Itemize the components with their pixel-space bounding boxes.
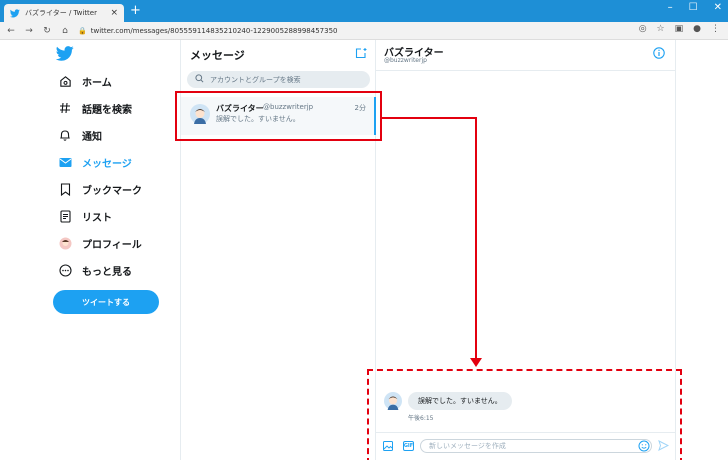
hashtag-icon <box>58 101 72 115</box>
twitter-bird-icon <box>10 8 20 18</box>
mail-icon <box>58 155 72 169</box>
left-navigation: ホーム 話題を検索 通知 メッセージ ブックマーク リスト プロフィール もっと… <box>0 40 181 460</box>
sidebar-item-home[interactable]: ホーム <box>58 72 112 90</box>
chat-handle: @buzzwriterjp <box>384 57 427 64</box>
sidebar-item-more[interactable]: もっと見る <box>58 261 132 279</box>
search-input[interactable]: アカウントとグループを検索 <box>187 71 370 88</box>
home-icon <box>58 74 72 88</box>
search-placeholder: アカウントとグループを検索 <box>210 75 301 84</box>
sidebar-item-label: ブックマーク <box>82 185 142 197</box>
forward-icon[interactable]: → <box>24 26 34 36</box>
location-icon[interactable]: ◎ <box>639 24 647 34</box>
maximize-icon[interactable]: ☐ <box>689 2 698 13</box>
sidebar-item-label: ホーム <box>82 77 112 89</box>
tweet-button[interactable]: ツイートする <box>53 290 159 314</box>
bookmark-star-icon[interactable]: ☆ <box>657 24 665 34</box>
avatar-icon <box>58 236 72 250</box>
search-icon <box>195 73 204 86</box>
sidebar-item-bookmarks[interactable]: ブックマーク <box>58 180 142 198</box>
address-bar[interactable]: 🔒 twitter.com/messages/80555911483521024… <box>78 24 628 38</box>
window-controls: – ☐ ✕ <box>668 2 722 13</box>
sidebar-item-label: 話題を検索 <box>82 104 132 116</box>
browser-toolbar: ← → ↻ ⌂ 🔒 twitter.com/messages/805559114… <box>0 22 728 40</box>
tab-close-icon[interactable]: × <box>110 8 118 18</box>
tab-title: バズライター / Twitter <box>25 9 97 17</box>
sidebar-item-label: もっと見る <box>82 266 132 278</box>
new-message-icon[interactable] <box>355 47 367 59</box>
sidebar-item-label: メッセージ <box>82 158 132 170</box>
home-button-icon[interactable]: ⌂ <box>60 26 70 36</box>
info-icon[interactable] <box>653 47 665 59</box>
highlight-dashed-box <box>367 369 682 460</box>
url-text: twitter.com/messages/805559114835210240-… <box>90 27 338 35</box>
bookmark-icon <box>58 182 72 196</box>
sidebar-item-label: 通知 <box>82 131 102 143</box>
account-icon[interactable]: ● <box>693 24 701 34</box>
sidebar-item-lists[interactable]: リスト <box>58 207 112 225</box>
new-tab-button[interactable]: + <box>130 4 141 18</box>
bell-icon <box>58 128 72 142</box>
extension-icon[interactable]: ▣ <box>675 24 684 34</box>
sidebar-item-messages[interactable]: メッセージ <box>58 153 132 171</box>
sidebar-item-explore[interactable]: 話題を検索 <box>58 99 132 117</box>
minimize-icon[interactable]: – <box>668 2 673 13</box>
twitter-logo-icon[interactable] <box>55 46 74 62</box>
menu-dots-icon[interactable]: ⋮ <box>711 24 720 34</box>
sidebar-item-profile[interactable]: プロフィール <box>58 234 142 252</box>
close-window-icon[interactable]: ✕ <box>714 2 722 13</box>
list-icon <box>58 209 72 223</box>
divider <box>376 70 676 71</box>
sidebar-item-notifications[interactable]: 通知 <box>58 126 102 144</box>
toolbar-actions: ◎ ☆ ▣ ● ⋮ <box>639 24 720 34</box>
messages-title: メッセージ <box>190 49 245 62</box>
lock-icon: 🔒 <box>78 27 87 35</box>
browser-tab[interactable]: バズライター / Twitter × <box>4 4 124 22</box>
more-icon <box>58 263 72 277</box>
browser-titlebar: バズライター / Twitter × + – ☐ ✕ <box>0 0 728 22</box>
sidebar-item-label: リスト <box>82 212 112 224</box>
back-icon[interactable]: ← <box>6 26 16 36</box>
sidebar-item-label: プロフィール <box>82 239 142 251</box>
highlight-box <box>175 91 382 141</box>
reload-icon[interactable]: ↻ <box>42 26 52 36</box>
